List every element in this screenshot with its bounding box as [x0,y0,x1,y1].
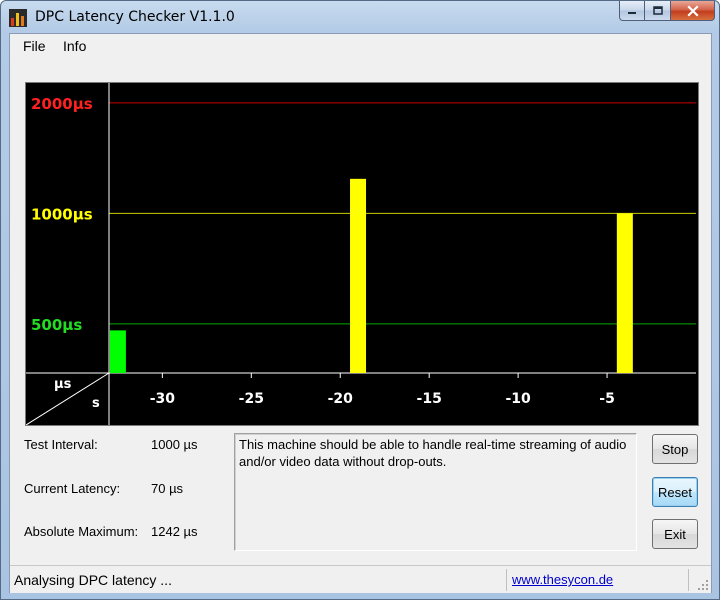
x-tick-label: -20 [328,391,354,407]
x-tick-label: -5 [599,391,615,407]
status-message-box: This machine should be able to handle re… [234,433,637,551]
minimize-icon [628,11,636,14]
x-tick-label: -25 [239,391,264,407]
close-button[interactable] [671,1,715,21]
menu-file[interactable]: File [20,38,49,54]
app-window: DPC Latency Checker V1.1.0 File Info 160… [0,0,720,600]
maximize-icon [652,5,663,15]
title-bar[interactable]: DPC Latency Checker V1.1.0 [1,1,719,33]
x-tick-label: -30 [150,391,176,407]
resize-grip-icon[interactable] [697,579,709,591]
window-title: DPC Latency Checker V1.1.0 [35,9,235,25]
menu-info[interactable]: Info [60,38,89,54]
latency-bar [350,178,367,373]
latency-bar [616,213,633,373]
current-latency-label: Current Latency: [24,481,121,496]
minimize-button[interactable] [619,1,645,21]
latency-bar [109,330,126,373]
current-latency-value: 70 µs [151,481,184,496]
latency-chart: 16000µs8000µs4000µs2000µs1000µs500µsµss-… [26,83,696,425]
y-axis-label: 2000µs [31,95,93,113]
menu-bar: File Info [10,34,711,58]
stop-button[interactable]: Stop [652,434,698,464]
absolute-maximum-value: 1242 µs [151,524,198,539]
latency-graph: 16000µs8000µs4000µs2000µs1000µs500µsµss-… [25,82,699,426]
status-bar: Analysing DPC latency ... www.thesycon.d… [10,565,711,593]
close-icon [686,4,699,17]
status-divider [688,569,689,591]
x-tick-label: -10 [505,391,531,407]
status-text: Analysing DPC latency ... [14,572,172,588]
y-axis-label: 1000µs [31,205,93,223]
corner-unit-label: µs [54,377,72,392]
window-controls [619,1,715,23]
test-interval-label: Test Interval: [24,437,98,452]
corner-unit-label: s [92,396,100,411]
website-link[interactable]: www.thesycon.de [512,572,613,587]
absolute-maximum-label: Absolute Maximum: [24,524,139,539]
maximize-button[interactable] [645,1,671,21]
reset-button[interactable]: Reset [652,477,698,507]
x-tick-label: -15 [417,391,442,407]
bar-chart-app-icon [9,9,27,27]
y-axis-label: 500µs [31,316,82,334]
test-interval-value: 1000 µs [151,437,198,452]
exit-button[interactable]: Exit [652,519,698,549]
client-area: File Info 16000µs8000µs4000µs2000µs1000µ… [9,33,712,593]
status-divider [506,569,507,591]
